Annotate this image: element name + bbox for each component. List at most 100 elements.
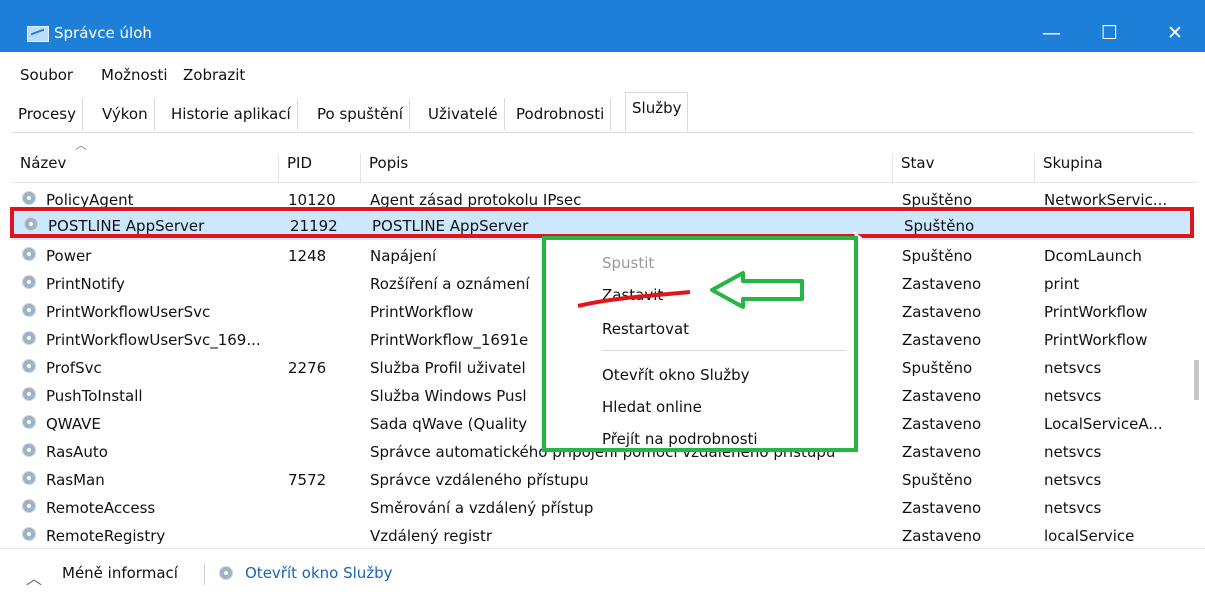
service-description: PrintWorkflow [370,303,474,321]
service-status: Spuštěno [902,247,973,265]
service-group: LocalServiceA... [1044,415,1163,433]
service-status: Zastaveno [902,443,982,461]
tab-uzivatele[interactable]: Uživatelé [422,98,505,130]
chevron-up-icon[interactable]: ︿ [26,565,42,589]
service-name: PrintWorkflowUserSvc_169... [46,331,261,349]
gear-icon [22,303,36,317]
highlight-red-box [10,207,1194,238]
menu-item-prejit-na-podrobnosti[interactable]: Přejít na podrobnosti [602,430,758,448]
service-description: Sada qWave (Quality [370,415,528,433]
service-name: RemoteAccess [46,499,156,517]
menu-item-restartovat[interactable]: Restartovat [602,320,689,338]
gear-icon [22,359,36,373]
tab-po-spusteni[interactable]: Po spuštění [311,98,410,130]
service-name: ProfSvc [46,359,102,377]
service-group: localService [1044,527,1135,544]
service-group: print [1044,275,1080,293]
table-row[interactable]: RemoteRegistry Vzdálený registr Zastaven… [12,522,1188,544]
service-pid: 1248 [288,247,327,265]
service-group: netsvcs [1044,499,1102,517]
menu-bar: Soubor Možnosti Zobrazit [0,58,1205,88]
service-status: Zastaveno [902,275,982,293]
service-name: RasMan [46,471,105,489]
service-description: Napájení [370,247,437,265]
service-status: Zastaveno [902,387,982,405]
service-name: PrintNotify [46,275,125,293]
service-name: QWAVE [46,415,101,433]
grid-header: ︿ Název PID Popis Stav Skupina [12,132,1198,183]
service-pid: 2276 [288,359,327,377]
service-description: Vzdálený registr [370,527,493,544]
gear-icon [22,275,36,289]
column-header-pid[interactable]: PID [278,154,312,182]
service-description: Služba Profil uživatel [370,359,526,377]
service-status: Zastaveno [902,415,982,433]
service-group: netsvcs [1044,387,1102,405]
menu-zobrazit[interactable]: Zobrazit [183,66,245,84]
service-status: Zastaveno [902,527,982,544]
service-name: RemoteRegistry [46,527,166,544]
scrollbar-thumb[interactable] [1194,360,1199,400]
service-status: Spuštěno [902,471,973,489]
service-group: netsvcs [1044,443,1102,461]
gear-icon [22,499,36,513]
menu-item-otevrit-okno-sluzby[interactable]: Otevřít okno Služby [602,366,750,384]
tab-vykon[interactable]: Výkon [96,98,155,130]
footer-divider [204,563,205,585]
gear-icon [22,527,36,541]
service-description: Rozšíření a oznámení [370,275,530,293]
menu-separator [602,350,846,351]
gear-icon [219,566,233,580]
service-description: Služba Windows Pusl [370,387,527,405]
gear-icon [22,331,36,345]
service-group: PrintWorkflow [1044,331,1148,349]
vertical-scrollbar[interactable] [1190,132,1204,544]
service-group: DcomLaunch [1044,247,1142,265]
tab-procesy[interactable]: Procesy [12,98,83,130]
task-manager-icon [27,26,49,42]
gear-icon [22,191,36,205]
tab-historie-aplikaci[interactable]: Historie aplikací [165,98,298,130]
service-group: PrintWorkflow [1044,303,1148,321]
open-services-link[interactable]: Otevřít okno Služby [245,564,393,582]
gear-icon [22,415,36,429]
window-title: Správce úloh [54,24,152,42]
service-status: Zastaveno [902,331,982,349]
gear-icon [22,387,36,401]
service-name: Power [46,247,92,265]
table-row[interactable]: RasMan 7572 Správce vzdáleného přístupu … [12,466,1188,494]
sort-up-icon: ︿ [75,138,88,152]
service-pid: 7572 [288,471,327,489]
close-button[interactable]: ✕ [1167,22,1183,44]
menu-item-zastavit[interactable]: Zastavit [602,286,663,304]
gear-icon [22,247,36,261]
menu-item-hledat-online[interactable]: Hledat online [602,398,702,416]
tab-strip: Procesy Výkon Historie aplikací Po spušt… [12,88,1194,133]
menu-item-spustit: Spustit [602,254,655,272]
menu-moznosti[interactable]: Možnosti [101,66,168,84]
service-name: PushToInstall [46,387,143,405]
service-status: Zastaveno [902,499,982,517]
column-header-description[interactable]: Popis [360,154,408,182]
title-bar: Správce úloh — ☐ ✕ [0,0,1205,52]
context-menu: Spustit Zastavit Restartovat Otevřít okn… [542,236,858,452]
service-name: PrintWorkflowUserSvc [46,303,211,321]
table-row[interactable]: RemoteAccess Směrování a vzdálený přístu… [12,494,1188,522]
tab-podrobnosti[interactable]: Podrobnosti [510,98,612,130]
service-name: RasAuto [46,443,108,461]
minimize-button[interactable]: — [1042,22,1061,44]
menu-soubor[interactable]: Soubor [20,66,73,84]
service-group: netsvcs [1044,471,1102,489]
tab-sluzby[interactable]: Služby [625,92,689,132]
column-header-name[interactable]: Název [12,154,66,182]
service-description: PrintWorkflow_1691e [370,331,529,349]
service-status: Zastaveno [902,303,982,321]
gear-icon [22,443,36,457]
maximize-button[interactable]: ☐ [1101,22,1118,44]
less-info-link[interactable]: Méně informací [62,564,178,582]
column-header-status[interactable]: Stav [892,154,934,182]
service-description: Směrování a vzdálený přístup [370,499,594,517]
column-header-group[interactable]: Skupina [1034,154,1103,182]
footer-bar: ︿ Méně informací Otevřít okno Služby [0,548,1205,614]
service-status: Spuštěno [902,359,973,377]
